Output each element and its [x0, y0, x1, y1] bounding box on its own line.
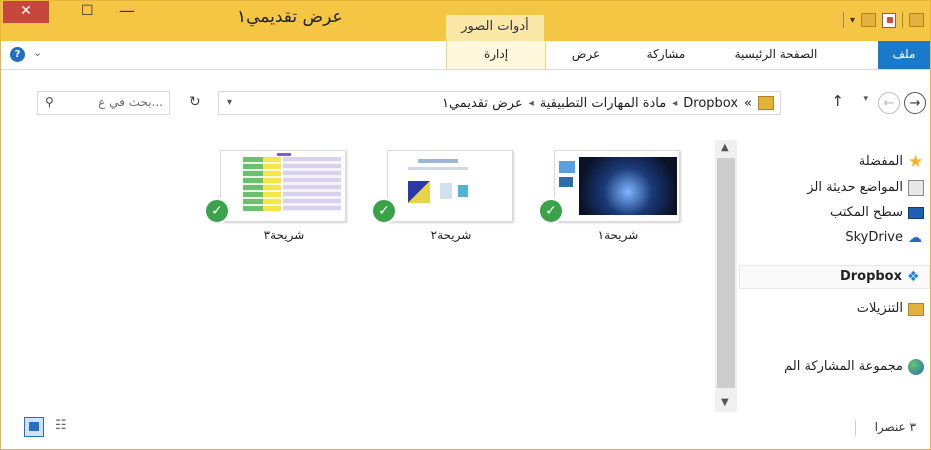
- tab-home[interactable]: الصفحة الرئيسية: [731, 41, 821, 69]
- quick-access-toolbar: ▾: [842, 9, 924, 31]
- picture-tools-contextual-tab: أدوات الصور: [446, 15, 544, 43]
- breadcrumb-item[interactable]: عرض تقديمي١: [442, 96, 523, 111]
- nav-item-dropbox[interactable]: ❖ Dropbox: [739, 265, 930, 289]
- breadcrumb-separator-icon[interactable]: ◂: [672, 98, 677, 109]
- recent-locations-chevron-icon[interactable]: ▾: [863, 94, 868, 104]
- help-icon[interactable]: ?: [10, 47, 25, 62]
- properties-icon[interactable]: [882, 12, 896, 28]
- address-bar[interactable]: « Dropbox ◂ مادة المهارات التطبيقية ◂ عر…: [218, 91, 781, 115]
- search-placeholder: بحث في ع...: [98, 95, 163, 109]
- scroll-up-icon[interactable]: ▲: [721, 142, 729, 153]
- file-item[interactable]: ✓ شريحة٢: [371, 140, 521, 250]
- file-name: شريحة٢: [430, 228, 472, 242]
- status-bar: ٣ عنصرا ☷: [1, 412, 930, 449]
- file-item[interactable]: ✓ شريحة١: [538, 140, 688, 250]
- file-name: شريحة٣: [263, 228, 305, 242]
- navigation-pane: ★ المفضلة المواضع حديثة الز سطح المكتب ☁…: [739, 140, 930, 412]
- breadcrumb-item[interactable]: Dropbox: [683, 96, 738, 111]
- customize-toolbar-chevron-icon[interactable]: ▾: [850, 15, 855, 26]
- toolbar-separator: [842, 12, 844, 28]
- nav-item-label: التنزيلات: [856, 301, 903, 316]
- nav-item-label: مجموعة المشاركة الم: [784, 359, 903, 374]
- navigation-toolbar: → ← ▾ ↑ « Dropbox ◂ مادة المهارات التطبي…: [1, 70, 930, 140]
- nav-item-downloads[interactable]: التنزيلات: [857, 297, 924, 321]
- nav-item-skydrive[interactable]: ☁ SkyDrive: [845, 226, 924, 250]
- nav-pane-scrollbar[interactable]: ▲ ▼: [715, 140, 737, 412]
- downloads-folder-icon: [908, 302, 924, 316]
- sync-check-icon: ✓: [204, 198, 230, 224]
- star-icon: ★: [908, 152, 924, 172]
- window-title: عرض تقديمي١: [237, 7, 343, 27]
- details-view-icon[interactable]: ☷: [55, 418, 72, 435]
- large-icons-view-icon[interactable]: [24, 417, 44, 437]
- tab-share[interactable]: مشاركة: [639, 41, 693, 69]
- nav-item-label: Dropbox: [839, 269, 902, 284]
- forward-button[interactable]: ←: [878, 92, 900, 114]
- search-input[interactable]: بحث في ع... ⚲: [37, 91, 170, 115]
- expand-ribbon-chevron-icon[interactable]: ⌄: [33, 46, 42, 59]
- dropbox-icon: ❖: [907, 269, 920, 285]
- toolbar-separator: [902, 12, 903, 28]
- nav-item-label: المواضع حديثة الز: [807, 180, 903, 195]
- close-button[interactable]: ✕: [3, 1, 49, 23]
- address-history-chevron-icon[interactable]: ▾: [227, 97, 232, 108]
- search-icon[interactable]: ⚲: [45, 95, 54, 109]
- scroll-thumb[interactable]: [717, 158, 735, 388]
- nav-item-label: SkyDrive: [845, 230, 903, 245]
- maximize-button[interactable]: ☐: [81, 3, 94, 19]
- item-count: ٣ عنصرا: [874, 420, 916, 434]
- file-list: ✓ شريحة١ ✓ شريحة٢ ✓ شريحة٣: [2, 140, 715, 412]
- file-item[interactable]: ✓ شريحة٣: [204, 140, 354, 250]
- minimize-button[interactable]: —: [119, 1, 135, 20]
- nav-item-favorites[interactable]: ★ المفضلة: [859, 150, 924, 174]
- file-thumbnail: [220, 150, 346, 222]
- tab-manage[interactable]: إدارة: [446, 41, 546, 69]
- nav-item-label: سطح المكتب: [829, 205, 903, 220]
- nav-item-desktop[interactable]: سطح المكتب: [830, 201, 924, 225]
- up-button[interactable]: ↑: [831, 92, 844, 110]
- file-name: شريحة١: [597, 228, 639, 242]
- refresh-icon[interactable]: ↻: [189, 94, 201, 110]
- folder-icon: [758, 96, 774, 110]
- new-folder-icon[interactable]: [861, 13, 876, 27]
- nav-item-label: المفضلة: [858, 154, 903, 169]
- file-thumbnail: [387, 150, 513, 222]
- recent-places-icon: [908, 180, 924, 196]
- explorer-window: ✕ ☐ — عرض تقديمي١ أدوات الصور ▾ ملف الصف…: [0, 0, 931, 450]
- back-button[interactable]: →: [904, 92, 926, 114]
- sync-check-icon: ✓: [371, 198, 397, 224]
- ribbon-tab-row: ملف الصفحة الرئيسية مشاركة عرض إدارة ? ⌄: [1, 41, 930, 70]
- file-thumbnail: [554, 150, 680, 222]
- skydrive-icon: ☁: [908, 230, 922, 246]
- tab-file[interactable]: ملف: [878, 41, 930, 69]
- sync-check-icon: ✓: [538, 198, 564, 224]
- breadcrumb-item[interactable]: مادة المهارات التطبيقية: [540, 96, 666, 111]
- nav-item-recent-places[interactable]: المواضع حديثة الز: [807, 176, 924, 200]
- folder-icon: [909, 13, 924, 27]
- status-separator: [855, 420, 856, 436]
- desktop-icon: [908, 207, 924, 219]
- tab-view[interactable]: عرض: [566, 41, 606, 69]
- breadcrumb-separator-icon[interactable]: ◂: [529, 98, 534, 109]
- scroll-down-icon[interactable]: ▼: [721, 397, 729, 408]
- nav-item-homegroup[interactable]: مجموعة المشاركة الم: [784, 355, 924, 379]
- homegroup-icon: [908, 359, 924, 375]
- title-bar: ✕ ☐ — عرض تقديمي١ أدوات الصور ▾: [1, 1, 930, 43]
- breadcrumb-overflow[interactable]: «: [744, 96, 752, 111]
